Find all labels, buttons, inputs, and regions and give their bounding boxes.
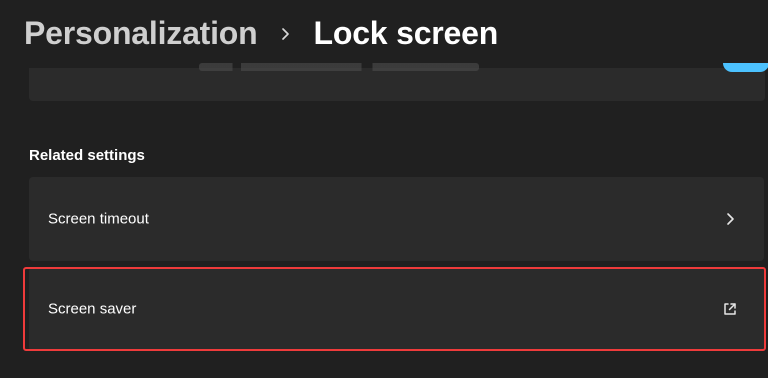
toggle-switch[interactable] (723, 63, 768, 72)
breadcrumb: Personalization Lock screen (24, 8, 498, 58)
partially-visible-setting-card[interactable] (29, 63, 768, 101)
chevron-right-icon (722, 211, 738, 227)
settings-page: Personalization Lock screen Related sett… (0, 0, 768, 378)
breadcrumb-personalization[interactable]: Personalization (24, 15, 258, 52)
screen-saver-setting[interactable]: Screen saver (29, 267, 764, 351)
related-settings-heading: Related settings (29, 147, 145, 164)
screen-timeout-label: Screen timeout (48, 210, 149, 228)
chevron-right-icon (278, 26, 294, 42)
bottom-strip (0, 356, 768, 378)
page-title: Lock screen (313, 14, 499, 51)
partially-visible-setting-text (199, 63, 479, 71)
screen-timeout-setting[interactable]: Screen timeout (29, 177, 764, 261)
screen-saver-label: Screen saver (48, 300, 137, 318)
external-link-icon (722, 301, 738, 317)
